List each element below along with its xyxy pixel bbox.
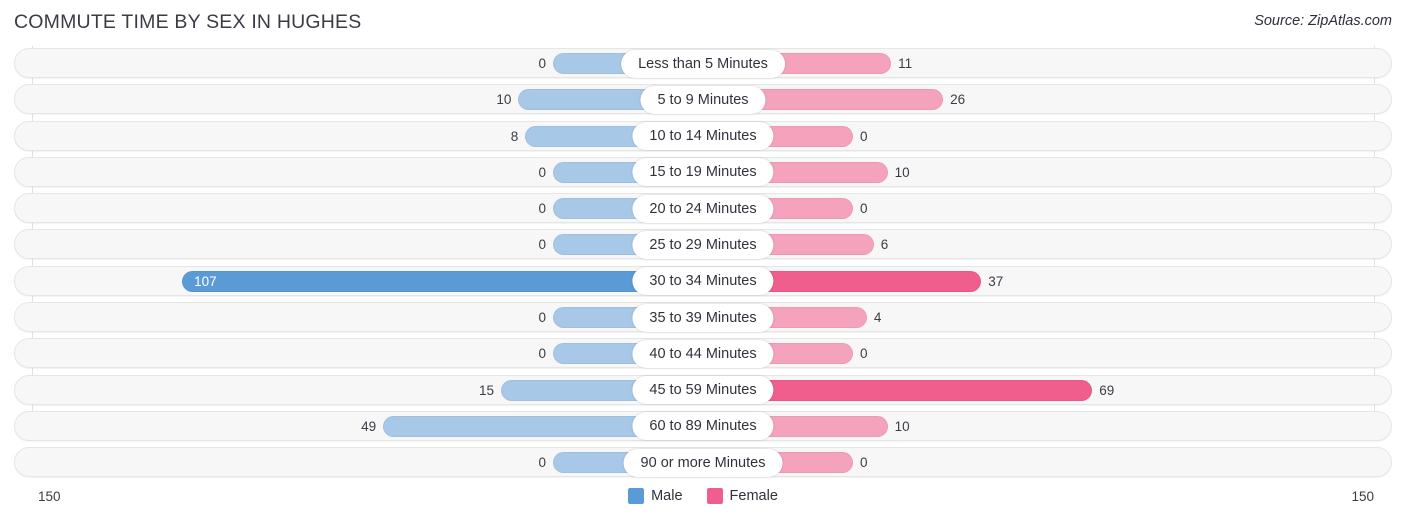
bar-value-male: 10 (496, 92, 512, 108)
page-title: COMMUTE TIME BY SEX IN HUGHES (14, 11, 362, 33)
bar-row: 0 0 90 or more Minutes (0, 445, 1406, 481)
bar-value-male: 107 (194, 273, 217, 289)
bar-value-female: 37 (988, 273, 1004, 289)
bar-value-male: 0 (538, 237, 546, 253)
legend-item-male[interactable]: Male (628, 488, 683, 504)
bar-row: 0 0 40 to 44 Minutes (0, 336, 1406, 372)
bar-value-male: 0 (538, 201, 546, 217)
chart-plot-area: 0 11 Less than 5 Minutes 10 26 5 to 9 Minutes… (0, 46, 1406, 484)
bar-value-male: 0 (538, 346, 546, 362)
category-label-pill: 45 to 59 Minutes (632, 376, 774, 405)
chart-legend: Male Female (0, 488, 1406, 504)
legend-swatch-icon (706, 488, 723, 504)
bar-value-female: 6 (880, 237, 889, 253)
legend-label: Female (729, 488, 778, 504)
category-label-pill: Less than 5 Minutes (621, 49, 785, 78)
bar-value-male: 0 (538, 56, 546, 71)
bar-row: 0 4 35 to 39 Minutes (0, 300, 1406, 336)
legend-item-female[interactable]: Female (706, 488, 778, 504)
bar-value-female: 11 (898, 56, 913, 71)
bar-value-female: 10 (894, 164, 910, 180)
bar-row: 107 37 30 to 34 Minutes (0, 264, 1406, 300)
bar-value-female: 69 (1099, 382, 1115, 398)
chart-footer: 150 150 Male Female (0, 484, 1406, 523)
category-label-pill: 60 to 89 Minutes (632, 412, 774, 441)
bar-row: 49 10 60 to 89 Minutes (0, 409, 1406, 445)
bar-row: 0 10 15 to 19 Minutes (0, 155, 1406, 191)
bar-value-female: 10 (894, 418, 910, 434)
bar-value-female: 0 (860, 346, 868, 362)
bar-value-male: 49 (361, 418, 377, 434)
bar-row: 0 6 25 to 29 Minutes (0, 227, 1406, 263)
category-label-pill: 40 to 44 Minutes (632, 339, 774, 368)
bar-value-female: 0 (860, 201, 868, 217)
bar-male[interactable] (182, 270, 703, 292)
bar-row: 0 11 Less than 5 Minutes (0, 46, 1406, 82)
bar-row: 8 0 10 to 14 Minutes (0, 119, 1406, 155)
chart-header: COMMUTE TIME BY SEX IN HUGHES Source: Zi… (0, 0, 1406, 46)
category-label-pill: 35 to 39 Minutes (632, 303, 774, 332)
bar-rows-container: 0 11 Less than 5 Minutes 10 26 5 to 9 Minutes… (0, 46, 1406, 482)
category-label-pill: 20 to 24 Minutes (632, 194, 774, 223)
bar-value-male: 0 (538, 164, 546, 180)
bar-value-female: 26 (950, 92, 966, 108)
bar-value-female: 0 (860, 128, 868, 144)
category-label-pill: 90 or more Minutes (623, 448, 783, 477)
legend-swatch-icon (628, 488, 645, 504)
bar-value-female: 0 (860, 455, 868, 471)
bar-value-female: 4 (873, 310, 882, 326)
category-label-pill: 25 to 29 Minutes (632, 230, 774, 259)
bar-row: 10 26 5 to 9 Minutes (0, 82, 1406, 118)
bar-value-male: 8 (510, 128, 519, 144)
bar-value-male: 15 (478, 382, 494, 398)
bar-value-male: 0 (538, 310, 546, 326)
bar-value-male: 0 (538, 455, 546, 471)
legend-label: Male (651, 488, 683, 504)
category-label-pill: 10 to 14 Minutes (632, 122, 774, 151)
category-label-pill: 15 to 19 Minutes (632, 158, 774, 187)
category-label-pill: 5 to 9 Minutes (640, 85, 766, 114)
category-label-pill: 30 to 34 Minutes (632, 267, 774, 296)
bar-row: 0 0 20 to 24 Minutes (0, 191, 1406, 227)
bar-row: 15 69 45 to 59 Minutes (0, 373, 1406, 409)
source-label: Source: ZipAtlas.com (1254, 13, 1392, 29)
